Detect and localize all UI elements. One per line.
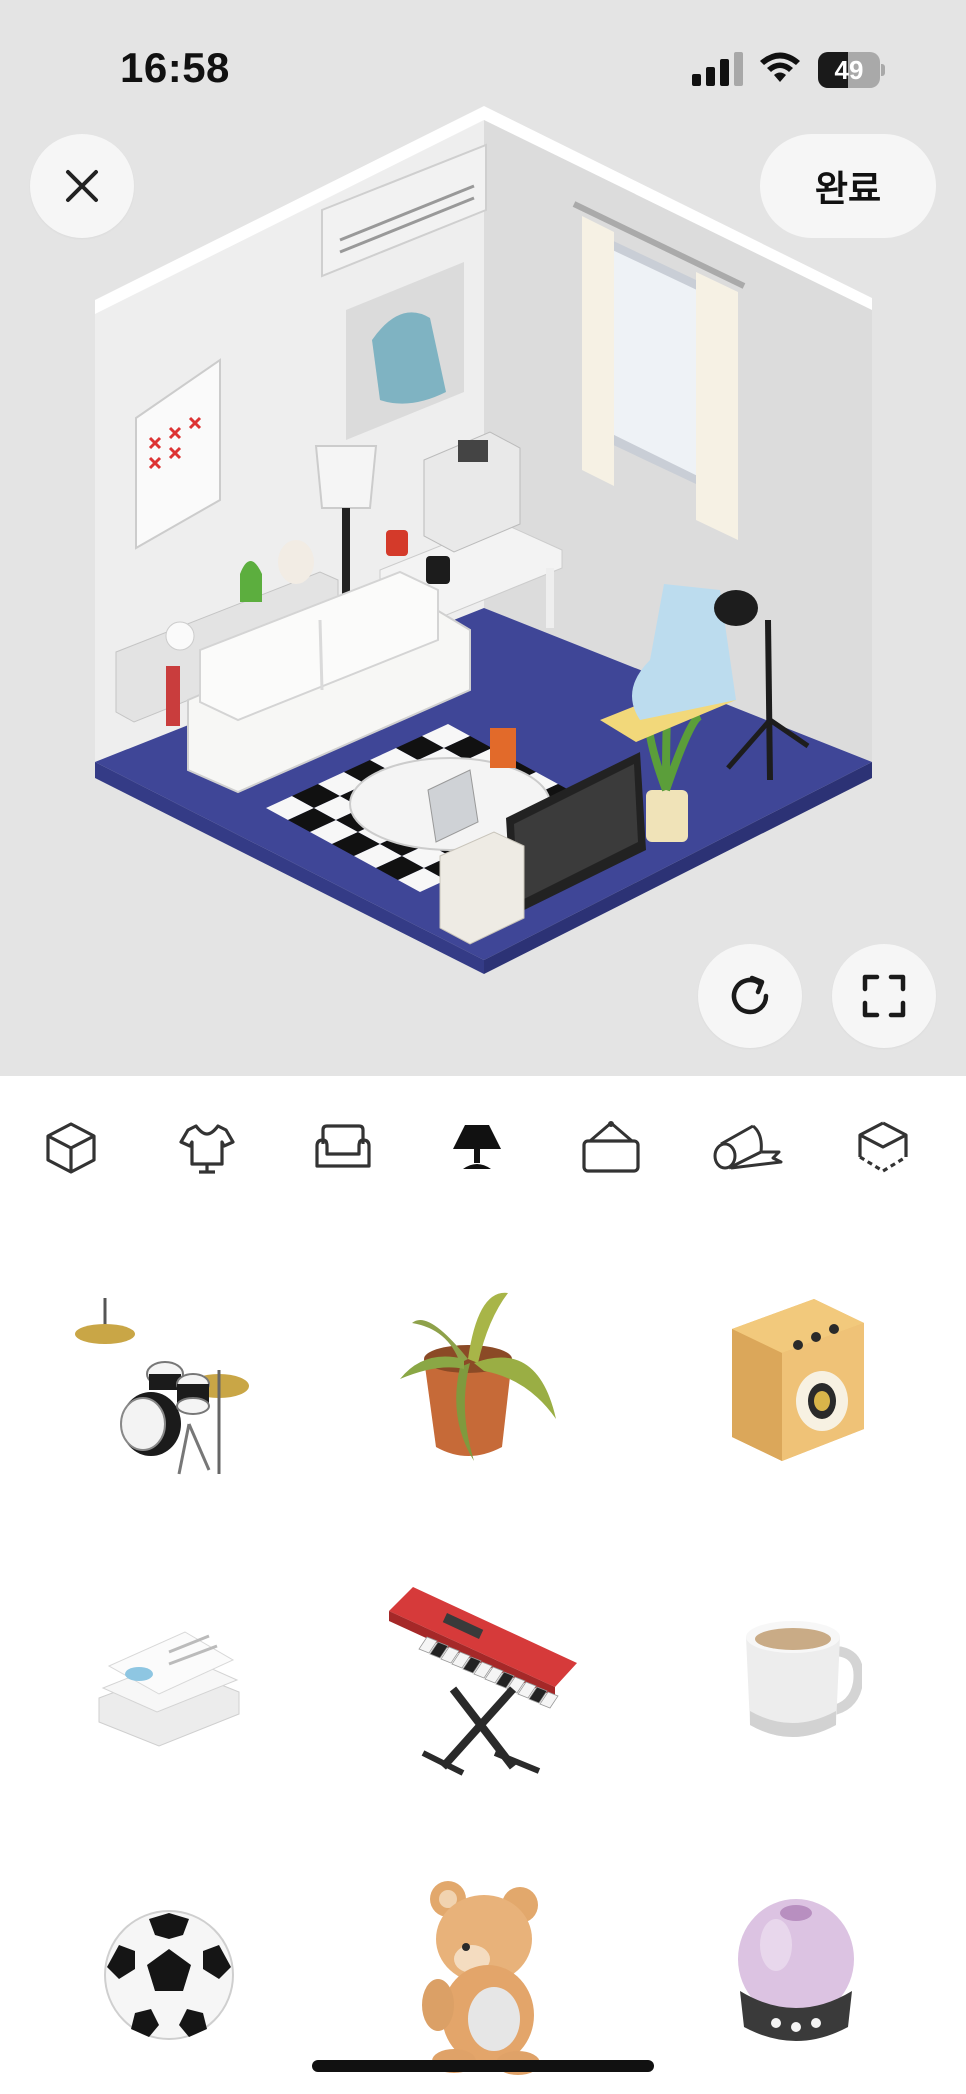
teddy-bear-icon <box>422 1881 540 2075</box>
tab-room[interactable] <box>34 1110 108 1184</box>
tab-wall-decor[interactable] <box>574 1110 648 1184</box>
tab-room-shape[interactable] <box>846 1110 920 1184</box>
item-drum-kit[interactable] <box>8 1230 330 1528</box>
clothing-hanger-icon <box>179 1124 235 1174</box>
cellular-signal-icon <box>692 52 743 86</box>
lamp-icon <box>453 1125 501 1169</box>
wifi-icon <box>760 52 800 82</box>
sofa-icon <box>315 1124 371 1168</box>
item-keyboard-piano[interactable] <box>322 1528 644 1826</box>
item-soccer-ball[interactable] <box>8 1826 330 2094</box>
speaker-amp-icon <box>732 1299 864 1461</box>
room-scene[interactable]: 16:58 49 완료 <box>0 0 966 1076</box>
floor-roll-icon <box>713 1124 783 1170</box>
item-teddy-bear[interactable] <box>322 1826 644 2094</box>
fullscreen-button[interactable] <box>832 944 936 1048</box>
tab-lighting[interactable] <box>440 1110 514 1184</box>
paper-stack-icon <box>98 1631 240 1747</box>
battery-icon: 49 <box>818 52 885 88</box>
humidifier-icon <box>738 1899 854 2041</box>
item-humidifier[interactable] <box>636 1826 958 2094</box>
room-3d-view[interactable] <box>0 100 966 1000</box>
tab-clothing[interactable] <box>170 1110 244 1184</box>
item-grid <box>0 1206 966 2094</box>
potted-plant-icon <box>400 1292 556 1461</box>
home-indicator <box>312 2060 654 2072</box>
item-paper-stack[interactable] <box>8 1528 330 1826</box>
room-shape-icon <box>858 1121 908 1173</box>
tab-flooring[interactable] <box>710 1110 784 1184</box>
wall-frame-icon <box>582 1121 640 1173</box>
category-tab-bar <box>0 1076 966 1206</box>
fullscreen-icon <box>862 974 906 1018</box>
item-speaker-amp[interactable] <box>636 1230 958 1528</box>
item-potted-plant[interactable] <box>322 1230 644 1528</box>
item-coffee-mug[interactable] <box>636 1528 958 1826</box>
room-cube-icon <box>46 1122 96 1174</box>
rotate-button[interactable] <box>698 944 802 1048</box>
soccer-ball-icon <box>104 1910 234 2040</box>
keyboard-piano-icon <box>389 1587 577 1776</box>
coffee-mug-icon <box>746 1621 862 1737</box>
tab-furniture[interactable] <box>306 1110 380 1184</box>
drum-kit-icon <box>75 1298 249 1475</box>
battery-level-text: 49 <box>834 55 864 85</box>
rotate-icon <box>731 975 769 1015</box>
status-time: 16:58 <box>120 44 230 91</box>
